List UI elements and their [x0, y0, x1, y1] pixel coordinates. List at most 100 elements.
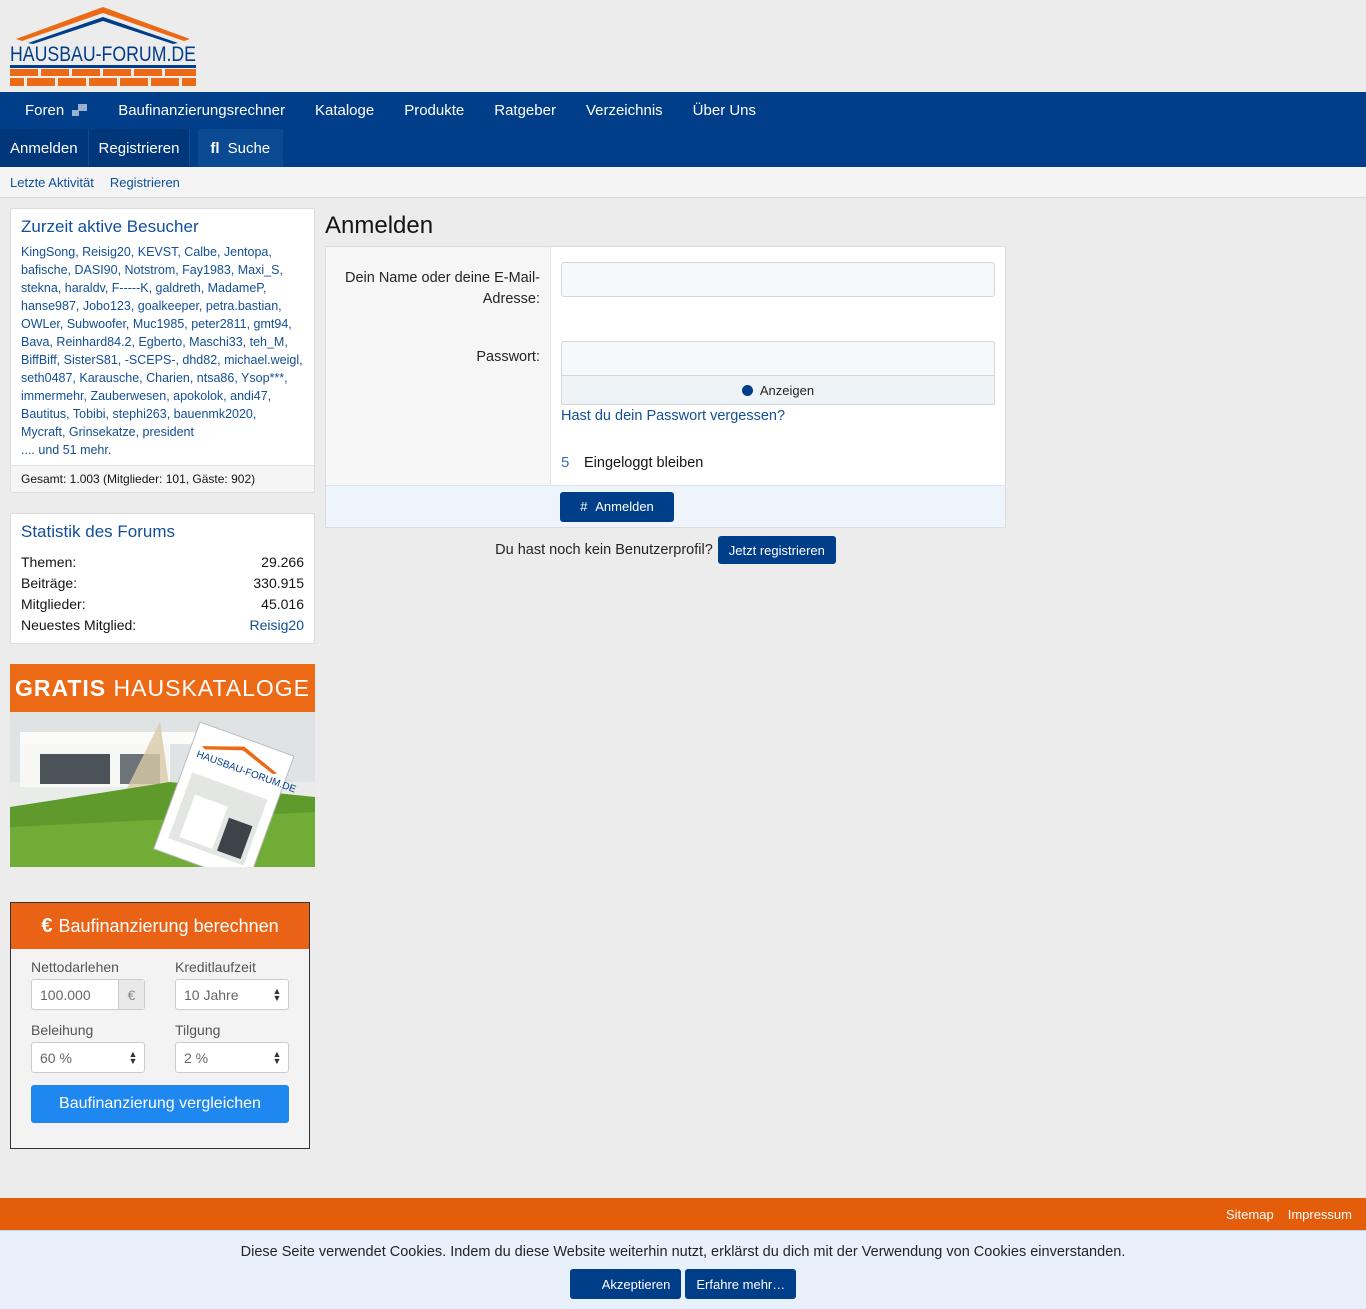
stat-label: Mitglieder:	[21, 596, 86, 612]
euro-icon: €	[41, 914, 53, 937]
latest-activity-link[interactable]: Letzte Aktivität	[10, 175, 94, 190]
forgot-password-link[interactable]: Hast du dein Passwort vergessen?	[561, 408, 995, 424]
sub-register-link[interactable]: Registrieren	[110, 175, 180, 190]
ltv-select[interactable]: 60 % ▲ ▼	[31, 1042, 145, 1073]
stat-label: Beiträge:	[21, 575, 78, 591]
online-visitors-block: Zurzeit aktive Besucher KingSong, Reisig…	[10, 208, 315, 493]
register-now-button[interactable]: Jetzt registrieren	[717, 536, 836, 564]
login-submit-button[interactable]: # Anmelden	[560, 491, 674, 522]
house-catalog-ad[interactable]: GRATIS HAUSKATALOGE HAUSBAU-FORUM.DE	[10, 664, 315, 867]
tab-kataloge[interactable]: Kataloge	[300, 92, 389, 129]
financing-calculator: € Baufinanzierung berechnen Nettodarlehe…	[10, 902, 310, 1149]
site-footer: Sitemap Impressum	[0, 1198, 1366, 1230]
search-button[interactable]: fl Suche	[198, 129, 284, 167]
impressum-link[interactable]: Impressum	[1288, 1207, 1352, 1222]
remember-me-label: Eingeloggt bleiben	[584, 454, 704, 471]
stat-row: Beiträge: 330.915	[21, 573, 304, 594]
sidebar: Zurzeit aktive Besucher KingSong, Reisig…	[10, 208, 315, 1149]
newest-member-link[interactable]: Reisig20	[250, 615, 304, 636]
visitor-names[interactable]: KingSong, Reisig20, KEVST, Calbe, Jentop…	[21, 245, 303, 439]
select-arrows-icon: ▲ ▼	[128, 1048, 138, 1066]
term-label: Kreditlaufzeit	[175, 959, 256, 975]
repayment-label: Tilgung	[175, 1022, 221, 1038]
login-form: Dein Name oder deine E-Mail-Adresse: Pas…	[325, 246, 1006, 528]
tab-foren-label: Foren	[25, 102, 65, 119]
cookie-text: Diese Seite verwendet Cookies. Indem du …	[240, 1244, 1126, 1260]
site-header: HAUSBAU-FORUM.DE	[0, 0, 1366, 92]
user-navigation: Anmelden Registrieren fl Suche	[0, 129, 1366, 167]
visitor-list: KingSong, Reisig20, KEVST, Calbe, Jentop…	[11, 243, 314, 465]
show-password-label: Anzeigen	[759, 382, 815, 398]
ad-light-text: HAUSKATALOGE	[113, 674, 311, 701]
accept-cookies-button[interactable]: Akzeptieren	[569, 1269, 682, 1299]
repayment-value: 2 %	[184, 1049, 209, 1066]
tab-ueber-uns[interactable]: Über Uns	[678, 92, 771, 129]
stat-row: Neuestes Mitglied: Reisig20	[21, 615, 304, 636]
stat-value: 330.915	[253, 575, 304, 591]
page-title: Anmelden	[325, 212, 434, 239]
checkbox-icon[interactable]: 5	[561, 454, 572, 471]
currency-unit: €	[118, 980, 144, 1009]
form-labels: Dein Name oder deine E-Mail-Adresse: Pas…	[326, 247, 551, 485]
form-footer: # Anmelden	[326, 485, 1005, 527]
sitemap-link[interactable]: Sitemap	[1226, 1207, 1274, 1222]
select-arrows-icon: ▲ ▼	[272, 985, 282, 1003]
username-input[interactable]	[561, 262, 995, 297]
logo-text: HAUSBAU-FORUM.DE	[10, 43, 196, 66]
username-label: Dein Name oder deine E-Mail-Adresse:	[344, 270, 540, 307]
search-icon: fl	[210, 139, 220, 157]
show-password-button[interactable]: Anzeigen	[561, 376, 995, 405]
calculator-title: Baufinanzierung berechnen	[58, 915, 279, 936]
ltv-value: 60 %	[40, 1049, 72, 1066]
main-navigation: Foren Baufinanzierungsrechner Kataloge P…	[0, 92, 1366, 167]
loan-input[interactable]: 100.000 €	[31, 979, 145, 1010]
term-value: 10 Jahre	[184, 986, 239, 1003]
remember-me[interactable]: 5 Eingeloggt bleiben	[561, 454, 995, 471]
stat-value: 29.266	[261, 554, 304, 570]
loan-value: 100.000	[40, 986, 91, 1003]
tab-verzeichnis[interactable]: Verzeichnis	[571, 92, 678, 129]
tab-ratgeber[interactable]: Ratgeber	[479, 92, 571, 129]
tab-foren[interactable]: Foren	[10, 92, 104, 129]
forum-stats-title: Statistik des Forums	[21, 522, 175, 541]
tab-produkte[interactable]: Produkte	[389, 92, 479, 129]
forum-stats: Themen: 29.266 Beiträge: 330.915 Mitgliede…	[11, 548, 314, 643]
login-link[interactable]: Anmelden	[0, 129, 89, 167]
site-logo[interactable]: HAUSBAU-FORUM.DE	[8, 5, 198, 87]
stat-row: Themen: 29.266	[21, 552, 304, 573]
no-profile-text: Du hast noch kein Benutzerprofil?	[495, 542, 713, 558]
more-visitors-link[interactable]: .... und 51 mehr.	[21, 443, 111, 457]
calculator-header: € Baufinanzierung berechnen	[11, 903, 309, 949]
compare-financing-button[interactable]: Baufinanzierung vergleichen	[31, 1085, 289, 1123]
main-content: Anmelden Dein Name oder deine E-Mail-Adr…	[325, 208, 1006, 564]
ad-banner: GRATIS HAUSKATALOGE	[10, 664, 315, 712]
login-submit-label: Anmelden	[595, 499, 654, 514]
sub-navigation: Letzte Aktivität Registrieren	[0, 167, 1366, 198]
ltv-label: Beleihung	[31, 1022, 94, 1038]
eye-icon	[741, 384, 753, 396]
password-input[interactable]	[561, 341, 995, 376]
stat-label: Neuestes Mitglied:	[21, 617, 137, 633]
stat-row: Mitglieder: 45.016	[21, 594, 304, 615]
ad-image: HAUSBAU-FORUM.DE	[10, 712, 315, 867]
register-prompt: Du hast noch kein Benutzerprofil? Jetzt …	[325, 536, 1006, 564]
repayment-select[interactable]: 2 % ▲ ▼	[175, 1042, 289, 1073]
stat-label: Themen:	[21, 554, 77, 570]
online-visitors-title[interactable]: Zurzeit aktive Besucher	[21, 217, 199, 236]
cookie-notice: Diese Seite verwendet Cookies. Indem du …	[0, 1230, 1366, 1309]
ad-bold-text: GRATIS	[14, 674, 107, 701]
stat-value: 45.016	[261, 596, 304, 612]
forum-stats-block: Statistik des Forums Themen: 29.266 Beitr…	[10, 513, 315, 644]
register-link[interactable]: Registrieren	[88, 129, 191, 167]
loan-label: Nettodarlehen	[31, 959, 119, 975]
calculator-body: Nettodarlehen 100.000 € Kreditlaufzeit 1…	[11, 949, 309, 1148]
tab-baufinanzierungsrechner[interactable]: Baufinanzierungsrechner	[103, 92, 300, 129]
term-select[interactable]: 10 Jahre ▲ ▼	[175, 979, 289, 1010]
search-label: Suche	[227, 139, 271, 157]
visitor-total: Gesamt: 1.003 (Mitglieder: 101, Gäste: 9…	[11, 465, 314, 492]
login-icon: #	[580, 499, 588, 514]
learn-more-button[interactable]: Erfahre mehr…	[685, 1269, 797, 1299]
forum-icon	[72, 103, 88, 116]
select-arrows-icon: ▲ ▼	[272, 1048, 282, 1066]
password-label: Passwort:	[476, 349, 540, 365]
